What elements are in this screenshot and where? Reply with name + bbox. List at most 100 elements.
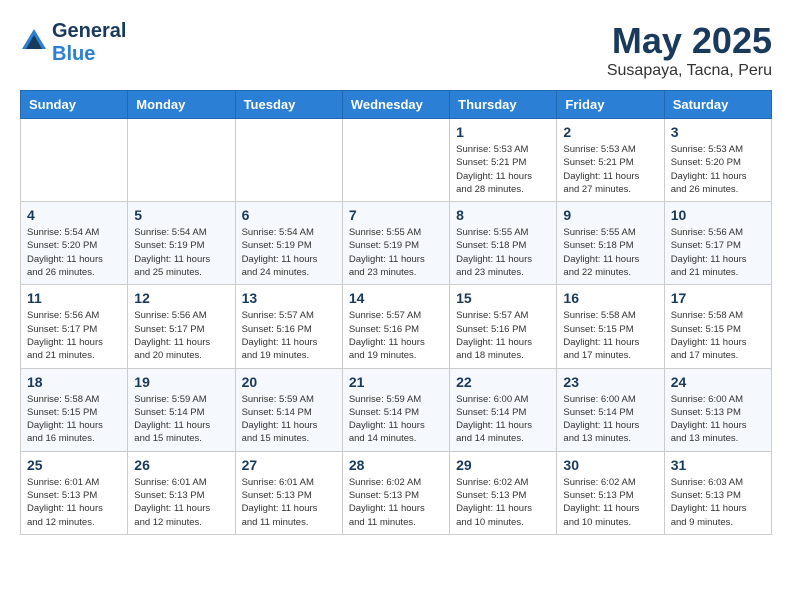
calendar-cell: 6 Sunrise: 5:54 AM Sunset: 5:19 PM Daylig… <box>235 202 342 285</box>
day-detail: Sunrise: 6:01 AM Sunset: 5:13 PM Dayligh… <box>27 476 121 529</box>
calendar-cell: 29Sunrise: 6:02 AM Sunset: 5:13 PM Dayli… <box>450 451 557 534</box>
day-number: 31 <box>671 457 765 473</box>
calendar-header-tuesday: Tuesday <box>235 91 342 119</box>
day-number: 21 <box>349 374 443 390</box>
day-detail: Sunrise: 5:57 AM Sunset: 5:16 PM Dayligh… <box>349 309 443 362</box>
day-number: 25 <box>27 457 121 473</box>
calendar-cell: 9Sunrise: 5:55 AM Sunset: 5:18 PM Daylig… <box>557 202 664 285</box>
day-number: 16 <box>563 290 657 306</box>
calendar-cell: 25 Sunrise: 6:01 AM Sunset: 5:13 PM Dayli… <box>21 451 128 534</box>
calendar-week-1: 1 Sunrise: 5:53 AM Sunset: 5:21 PM Daylig… <box>21 119 772 202</box>
calendar-header-friday: Friday <box>557 91 664 119</box>
calendar-header-wednesday: Wednesday <box>342 91 449 119</box>
day-detail: Sunrise: 6:02 AM Sunset: 5:13 PM Dayligh… <box>349 476 443 529</box>
day-number: 17 <box>671 290 765 306</box>
calendar-header-sunday: Sunday <box>21 91 128 119</box>
day-detail: Sunrise: 5:53 AM Sunset: 5:21 PM Dayligh… <box>563 143 657 196</box>
calendar-cell: 3Sunrise: 5:53 AM Sunset: 5:20 PM Daylig… <box>664 119 771 202</box>
day-detail: Sunrise: 5:55 AM Sunset: 5:18 PM Dayligh… <box>456 226 550 279</box>
calendar-cell: 21 Sunrise: 5:59 AM Sunset: 5:14 PM Dayli… <box>342 368 449 451</box>
calendar-cell: 2 Sunrise: 5:53 AM Sunset: 5:21 PM Daylig… <box>557 119 664 202</box>
day-number: 6 <box>242 207 336 223</box>
calendar-week-2: 4 Sunrise: 5:54 AM Sunset: 5:20 PM Daylig… <box>21 202 772 285</box>
day-number: 3 <box>671 124 765 140</box>
day-number: 18 <box>27 374 121 390</box>
location: Susapaya, Tacna, Peru <box>607 62 772 80</box>
day-number: 10 <box>671 207 765 223</box>
calendar-cell: 11 Sunrise: 5:56 AM Sunset: 5:17 PM Dayli… <box>21 285 128 368</box>
day-detail: Sunrise: 5:58 AM Sunset: 5:15 PM Dayligh… <box>27 393 121 446</box>
day-detail: Sunrise: 5:54 AM Sunset: 5:20 PM Dayligh… <box>27 226 121 279</box>
day-number: 19 <box>134 374 228 390</box>
day-number: 7 <box>349 207 443 223</box>
day-detail: Sunrise: 5:56 AM Sunset: 5:17 PM Dayligh… <box>27 309 121 362</box>
calendar-cell: 14 Sunrise: 5:57 AM Sunset: 5:16 PM Dayli… <box>342 285 449 368</box>
day-detail: Sunrise: 5:54 AM Sunset: 5:19 PM Dayligh… <box>242 226 336 279</box>
calendar-cell: 27 Sunrise: 6:01 AM Sunset: 5:13 PM Dayli… <box>235 451 342 534</box>
day-detail: Sunrise: 5:59 AM Sunset: 5:14 PM Dayligh… <box>349 393 443 446</box>
calendar-body: 1 Sunrise: 5:53 AM Sunset: 5:21 PM Daylig… <box>21 119 772 535</box>
calendar-cell: 26 Sunrise: 6:01 AM Sunset: 5:13 PM Dayli… <box>128 451 235 534</box>
calendar-cell: 18 Sunrise: 5:58 AM Sunset: 5:15 PM Dayli… <box>21 368 128 451</box>
logo-icon <box>20 27 48 60</box>
calendar-cell: 30Sunrise: 6:02 AM Sunset: 5:13 PM Dayli… <box>557 451 664 534</box>
calendar-cell: 28Sunrise: 6:02 AM Sunset: 5:13 PM Dayli… <box>342 451 449 534</box>
calendar-cell: 19 Sunrise: 5:59 AM Sunset: 5:14 PM Dayli… <box>128 368 235 451</box>
day-number: 14 <box>349 290 443 306</box>
calendar-header-row: SundayMondayTuesdayWednesdayThursdayFrid… <box>21 91 772 119</box>
month-year: May 2025 <box>607 20 772 62</box>
day-detail: Sunrise: 5:57 AM Sunset: 5:16 PM Dayligh… <box>242 309 336 362</box>
calendar-cell: 5Sunrise: 5:54 AM Sunset: 5:19 PM Daylig… <box>128 202 235 285</box>
calendar-title: May 2025 Susapaya, Tacna, Peru <box>607 20 772 80</box>
calendar-week-4: 18 Sunrise: 5:58 AM Sunset: 5:15 PM Dayli… <box>21 368 772 451</box>
calendar-cell: 13 Sunrise: 5:57 AM Sunset: 5:16 PM Dayli… <box>235 285 342 368</box>
day-detail: Sunrise: 5:56 AM Sunset: 5:17 PM Dayligh… <box>134 309 228 362</box>
day-number: 27 <box>242 457 336 473</box>
calendar-week-3: 11 Sunrise: 5:56 AM Sunset: 5:17 PM Dayli… <box>21 285 772 368</box>
day-number: 9 <box>563 207 657 223</box>
day-detail: Sunrise: 5:58 AM Sunset: 5:15 PM Dayligh… <box>671 309 765 362</box>
logo: General Blue <box>20 20 126 66</box>
calendar-cell: 22 Sunrise: 6:00 AM Sunset: 5:14 PM Dayli… <box>450 368 557 451</box>
logo-general: General <box>52 20 126 43</box>
calendar-cell <box>342 119 449 202</box>
calendar-cell: 20Sunrise: 5:59 AM Sunset: 5:14 PM Dayli… <box>235 368 342 451</box>
day-detail: Sunrise: 6:03 AM Sunset: 5:13 PM Dayligh… <box>671 476 765 529</box>
day-number: 22 <box>456 374 550 390</box>
calendar-header-thursday: Thursday <box>450 91 557 119</box>
calendar-cell <box>235 119 342 202</box>
calendar-cell: 24Sunrise: 6:00 AM Sunset: 5:13 PM Dayli… <box>664 368 771 451</box>
day-number: 20 <box>242 374 336 390</box>
day-detail: Sunrise: 5:58 AM Sunset: 5:15 PM Dayligh… <box>563 309 657 362</box>
day-number: 24 <box>671 374 765 390</box>
calendar-cell: 4 Sunrise: 5:54 AM Sunset: 5:20 PM Daylig… <box>21 202 128 285</box>
day-detail: Sunrise: 5:53 AM Sunset: 5:21 PM Dayligh… <box>456 143 550 196</box>
day-number: 29 <box>456 457 550 473</box>
day-detail: Sunrise: 6:00 AM Sunset: 5:14 PM Dayligh… <box>456 393 550 446</box>
day-number: 15 <box>456 290 550 306</box>
day-detail: Sunrise: 5:55 AM Sunset: 5:19 PM Dayligh… <box>349 226 443 279</box>
calendar-header-monday: Monday <box>128 91 235 119</box>
day-number: 4 <box>27 207 121 223</box>
day-number: 11 <box>27 290 121 306</box>
day-detail: Sunrise: 6:01 AM Sunset: 5:13 PM Dayligh… <box>134 476 228 529</box>
day-detail: Sunrise: 6:00 AM Sunset: 5:14 PM Dayligh… <box>563 393 657 446</box>
day-number: 2 <box>563 124 657 140</box>
logo-blue: Blue <box>52 43 126 66</box>
calendar-cell: 12Sunrise: 5:56 AM Sunset: 5:17 PM Dayli… <box>128 285 235 368</box>
calendar-cell <box>21 119 128 202</box>
day-number: 23 <box>563 374 657 390</box>
day-detail: Sunrise: 6:02 AM Sunset: 5:13 PM Dayligh… <box>563 476 657 529</box>
logo-text: General Blue <box>52 20 126 66</box>
day-detail: Sunrise: 5:57 AM Sunset: 5:16 PM Dayligh… <box>456 309 550 362</box>
calendar-cell <box>128 119 235 202</box>
day-number: 26 <box>134 457 228 473</box>
day-detail: Sunrise: 5:59 AM Sunset: 5:14 PM Dayligh… <box>134 393 228 446</box>
day-number: 5 <box>134 207 228 223</box>
day-detail: Sunrise: 6:01 AM Sunset: 5:13 PM Dayligh… <box>242 476 336 529</box>
day-number: 13 <box>242 290 336 306</box>
calendar-week-5: 25 Sunrise: 6:01 AM Sunset: 5:13 PM Dayli… <box>21 451 772 534</box>
calendar-header-saturday: Saturday <box>664 91 771 119</box>
day-number: 1 <box>456 124 550 140</box>
calendar-cell: 1 Sunrise: 5:53 AM Sunset: 5:21 PM Daylig… <box>450 119 557 202</box>
